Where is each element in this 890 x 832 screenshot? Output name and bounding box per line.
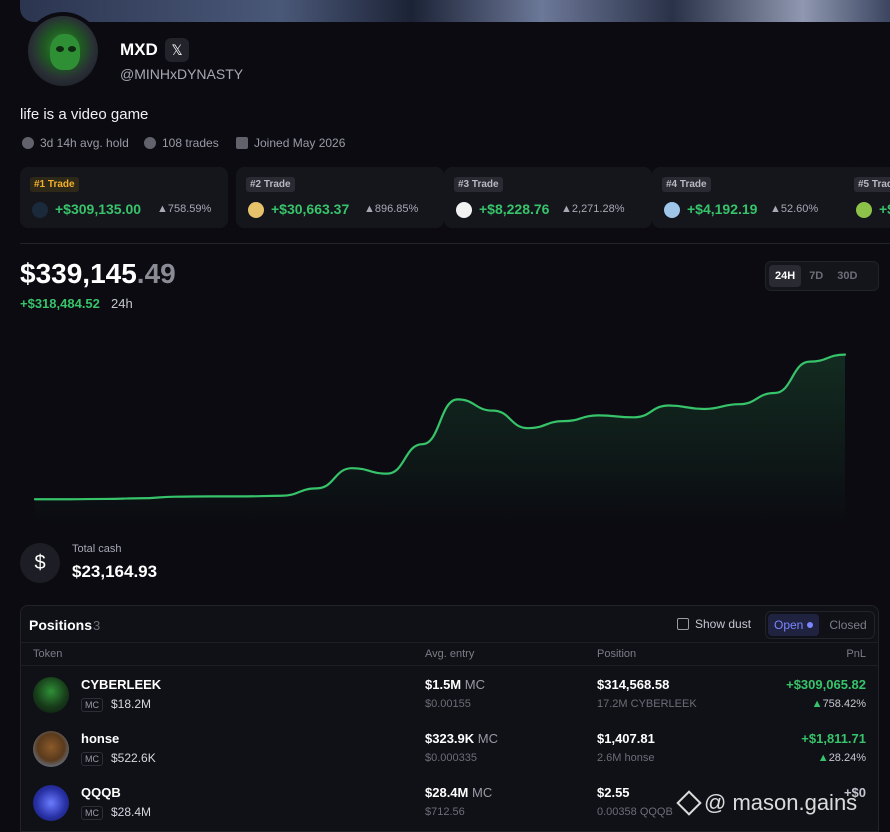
profile-handle[interactable]: @MINHxDYNASTY	[120, 66, 243, 82]
trades-stat: 108 trades	[144, 136, 219, 150]
position-value: $314,568.58	[597, 677, 670, 692]
dollar-icon: $	[20, 543, 60, 583]
avg-entry: $323.9K MC	[425, 731, 498, 746]
positions-title: Positions	[29, 617, 93, 633]
profile-banner	[20, 0, 890, 22]
watermark: @ mason.gains	[676, 790, 857, 816]
trade-card[interactable]: #2 Trade +$30,663.37 ▲896.85%	[236, 167, 444, 228]
avg-entry: $1.5M MC	[425, 677, 485, 692]
divider	[20, 243, 890, 244]
profile-name: MXD	[120, 40, 158, 59]
pnl-value: +$309,065.82	[786, 677, 866, 692]
table-row[interactable]: honse MC $522.6K $323.9K MC $0.000335 $1…	[21, 721, 878, 775]
trade-gain: +$4,192.19	[687, 201, 758, 217]
range-7d-button[interactable]: 7D	[803, 265, 829, 287]
active-dot-icon	[807, 622, 814, 628]
market-cap: $522.6K	[111, 751, 156, 765]
pnl-pct: ▲758.42%	[811, 698, 866, 710]
token-icon	[664, 202, 680, 218]
mc-badge: MC	[81, 698, 103, 712]
mc-badge: MC	[81, 752, 103, 766]
trade-card[interactable]: #4 Trade +$4,192.19 ▲52.60%	[652, 167, 860, 228]
checkbox-icon[interactable]	[677, 618, 689, 630]
entry-price: $0.00155	[425, 698, 471, 710]
col-position[interactable]: Position	[597, 648, 636, 660]
position-amount: 17.2M CYBERLEEK	[597, 698, 697, 710]
cyberleek-token-icon	[33, 677, 69, 713]
pnl-chart	[33, 353, 847, 525]
trades-icon	[144, 137, 156, 149]
balance-delta: +$318,484.52	[20, 296, 100, 311]
range-24h-button[interactable]: 24H	[769, 265, 802, 287]
positions-tabs: Open Closed	[765, 611, 875, 639]
show-dust-toggle[interactable]: Show dust	[677, 617, 751, 631]
trade-card[interactable]: #1 Trade +$309,135.00 ▲758.59%	[20, 167, 228, 228]
token-icon	[856, 202, 872, 218]
trade-rank: #4 Trade	[662, 177, 711, 192]
token-icon	[248, 202, 264, 218]
trade-pct: ▲52.60%	[770, 203, 819, 215]
table-row[interactable]: CYBERLEEK MC $18.2M $1.5M MC $0.00155 $3…	[21, 667, 878, 721]
avg-entry: $28.4M MC	[425, 785, 493, 800]
profile-bio: life is a video game	[20, 106, 149, 123]
trade-card[interactable]: #3 Trade +$8,228.76 ▲2,271.28%	[444, 167, 652, 228]
token-name: QQQB	[81, 785, 121, 800]
portfolio-balance: $339,145.49	[20, 258, 176, 289]
token-name: CYBERLEEK	[81, 677, 162, 692]
col-token[interactable]: Token	[33, 648, 62, 660]
trade-rank: #1 Trade	[30, 177, 79, 192]
qqqb-token-icon	[33, 785, 69, 821]
balance-period: 24h	[111, 296, 133, 311]
honse-token-icon	[33, 731, 69, 767]
clock-icon	[22, 137, 34, 149]
cash-value: $23,164.93	[72, 562, 158, 581]
col-pnl[interactable]: PnL	[846, 648, 866, 660]
tab-open[interactable]: Open	[768, 614, 820, 636]
joined-stat: Joined May 2026	[236, 136, 345, 150]
trade-gain: +$309,135.00	[55, 201, 142, 217]
pnl-pct: ▲28.24%	[817, 752, 866, 764]
trade-gain: +$30,663.37	[271, 201, 350, 217]
trade-gain: +$8,228.76	[479, 201, 550, 217]
mc-badge: MC	[81, 806, 103, 820]
avatar[interactable]	[24, 12, 102, 90]
trade-card[interactable]: #5 Trade +$	[844, 167, 890, 228]
entry-price: $0.000335	[425, 752, 477, 764]
chart-area	[35, 354, 845, 525]
range-30d-button[interactable]: 30D	[831, 265, 863, 287]
trade-pct: ▲896.85%	[364, 203, 419, 215]
market-cap: $18.2M	[111, 697, 152, 711]
market-cap: $28.4M	[111, 805, 152, 819]
entry-price: $712.56	[425, 806, 465, 818]
tab-closed[interactable]: Closed	[823, 614, 872, 636]
table-header: Token Avg. entry Position PnL	[21, 642, 878, 666]
position-amount: 0.00358 QQQB	[597, 806, 673, 818]
trade-rank: #2 Trade	[246, 177, 295, 192]
col-entry[interactable]: Avg. entry	[425, 648, 474, 660]
calendar-icon	[236, 137, 248, 149]
trade-pct: ▲2,271.28%	[561, 203, 625, 215]
token-icon	[32, 202, 48, 218]
position-value: $2.55	[597, 785, 630, 800]
binance-logo-icon	[676, 790, 702, 816]
cash-label: Total cash	[72, 543, 122, 555]
position-amount: 2.6M honse	[597, 752, 655, 764]
range-selector: 24H 7D 30D	[765, 261, 879, 291]
token-icon	[456, 202, 472, 218]
trade-rank: #5 Trade	[854, 177, 890, 192]
trade-rank: #3 Trade	[454, 177, 503, 192]
trade-pct: ▲758.59%	[157, 203, 212, 215]
token-name: honse	[81, 731, 120, 746]
position-value: $1,407.81	[597, 731, 655, 746]
pnl-value: +$1,811.71	[801, 731, 866, 746]
trade-gain: +$	[879, 201, 890, 217]
positions-count: 3	[93, 618, 101, 633]
avg-hold-stat: 3d 14h avg. hold	[22, 136, 129, 150]
top-trades-row: #1 Trade +$309,135.00 ▲758.59% #2 Trade …	[20, 167, 890, 228]
x-icon[interactable]: 𝕏	[165, 38, 189, 62]
